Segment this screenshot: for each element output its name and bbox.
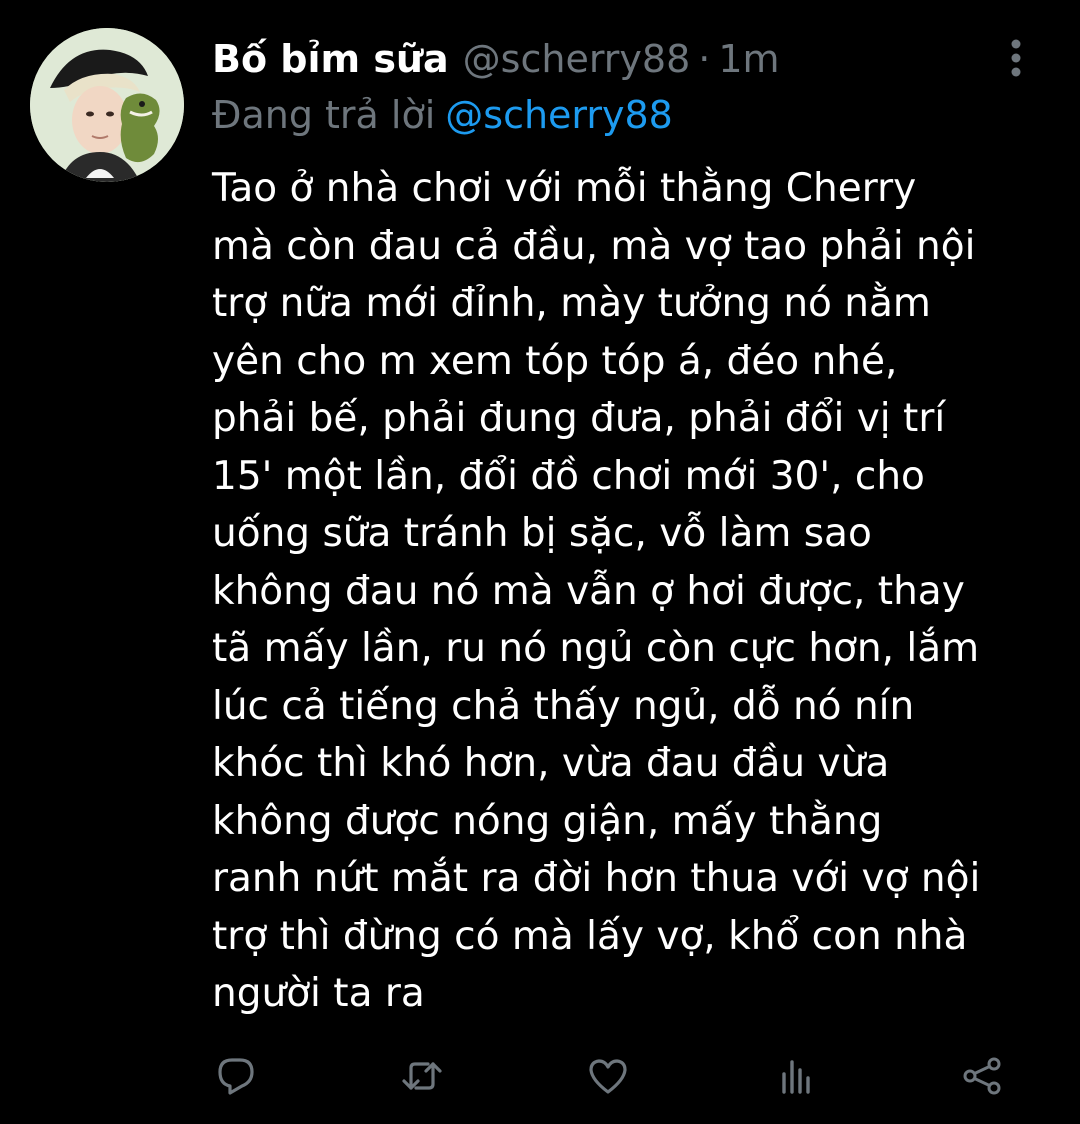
tweet-text-line: Tao ở nhà chơi với mỗi thằng Cherry: [212, 166, 917, 211]
share-icon: [963, 1057, 1001, 1095]
tweet-text-line: uống sữa tránh bị sặc, vỗ làm sao: [212, 511, 872, 556]
avatar[interactable]: [30, 28, 184, 182]
tweet-text-line: lúc cả tiếng chả thấy ngủ, dỗ nó nín: [212, 683, 915, 729]
tweet[interactable]: Bố bỉm sữa @scherry88 · 1m Đang trả lời @…: [0, 0, 1080, 1124]
tweet-body: Tao ở nhà chơi với mỗi thằng Cherry mà c…: [212, 160, 1052, 1023]
retweet-icon: [402, 1062, 442, 1090]
reply-icon: [218, 1058, 254, 1095]
more-vertical-icon: [1011, 39, 1021, 77]
replying-to: Đang trả lời @scherry88: [212, 88, 673, 142]
tweet-text-line: 15' một lần, đổi đồ chơi mới 30', cho: [212, 453, 925, 499]
tweet-text-line: phải bế, phải đung đưa, phải đổi vị trí: [212, 396, 946, 441]
author-name[interactable]: Bố bỉm sữa: [212, 30, 449, 88]
reply-button[interactable]: [208, 1048, 264, 1104]
replying-label: Đang trả lời: [212, 93, 436, 137]
analytics-icon: [782, 1060, 810, 1094]
author-handle[interactable]: @scherry88: [463, 30, 691, 88]
tweet-text-line: không được nóng giận, mấy thằng: [212, 798, 883, 844]
tweet-text-line: mà còn đau cả đầu, mà vợ tao phải nội: [212, 223, 976, 269]
avatar-image: [30, 28, 184, 182]
tweet-text-line: trợ thì đừng có mà lấy vợ, khổ con nhà: [212, 913, 968, 959]
timestamp[interactable]: 1m: [718, 30, 779, 88]
tweet-text-line: không đau nó mà vẫn ợ hơi được, thay: [212, 568, 965, 614]
tweet-text-line: trợ nữa mới đỉnh, mày tưởng nó nằm: [212, 281, 931, 326]
separator-dot: ·: [698, 37, 711, 81]
tweet-text-line: yên cho m xem tóp tóp á, đéo nhé,: [212, 338, 898, 384]
share-button[interactable]: [954, 1048, 1010, 1104]
tweet-header: Bố bỉm sữa @scherry88 · 1m: [212, 30, 780, 88]
heart-icon: [589, 1059, 627, 1094]
tweet-text-line: ranh nứt mắt ra đời hơn thua với vợ nội: [212, 856, 981, 901]
tweet-text-line: khóc thì khó hơn, vừa đau đầu vừa: [212, 741, 890, 786]
retweet-button[interactable]: [394, 1048, 450, 1104]
replying-mention-link[interactable]: @scherry88: [445, 93, 673, 137]
tweet-text-line: người ta ra: [212, 971, 425, 1016]
like-button[interactable]: [580, 1048, 636, 1104]
analytics-button[interactable]: [768, 1048, 824, 1104]
tweet-text-line: tã mấy lần, ru nó ngủ còn cực hơn, lắm: [212, 626, 980, 671]
more-options-button[interactable]: [996, 36, 1036, 80]
tweet-actions: [0, 1048, 1080, 1104]
